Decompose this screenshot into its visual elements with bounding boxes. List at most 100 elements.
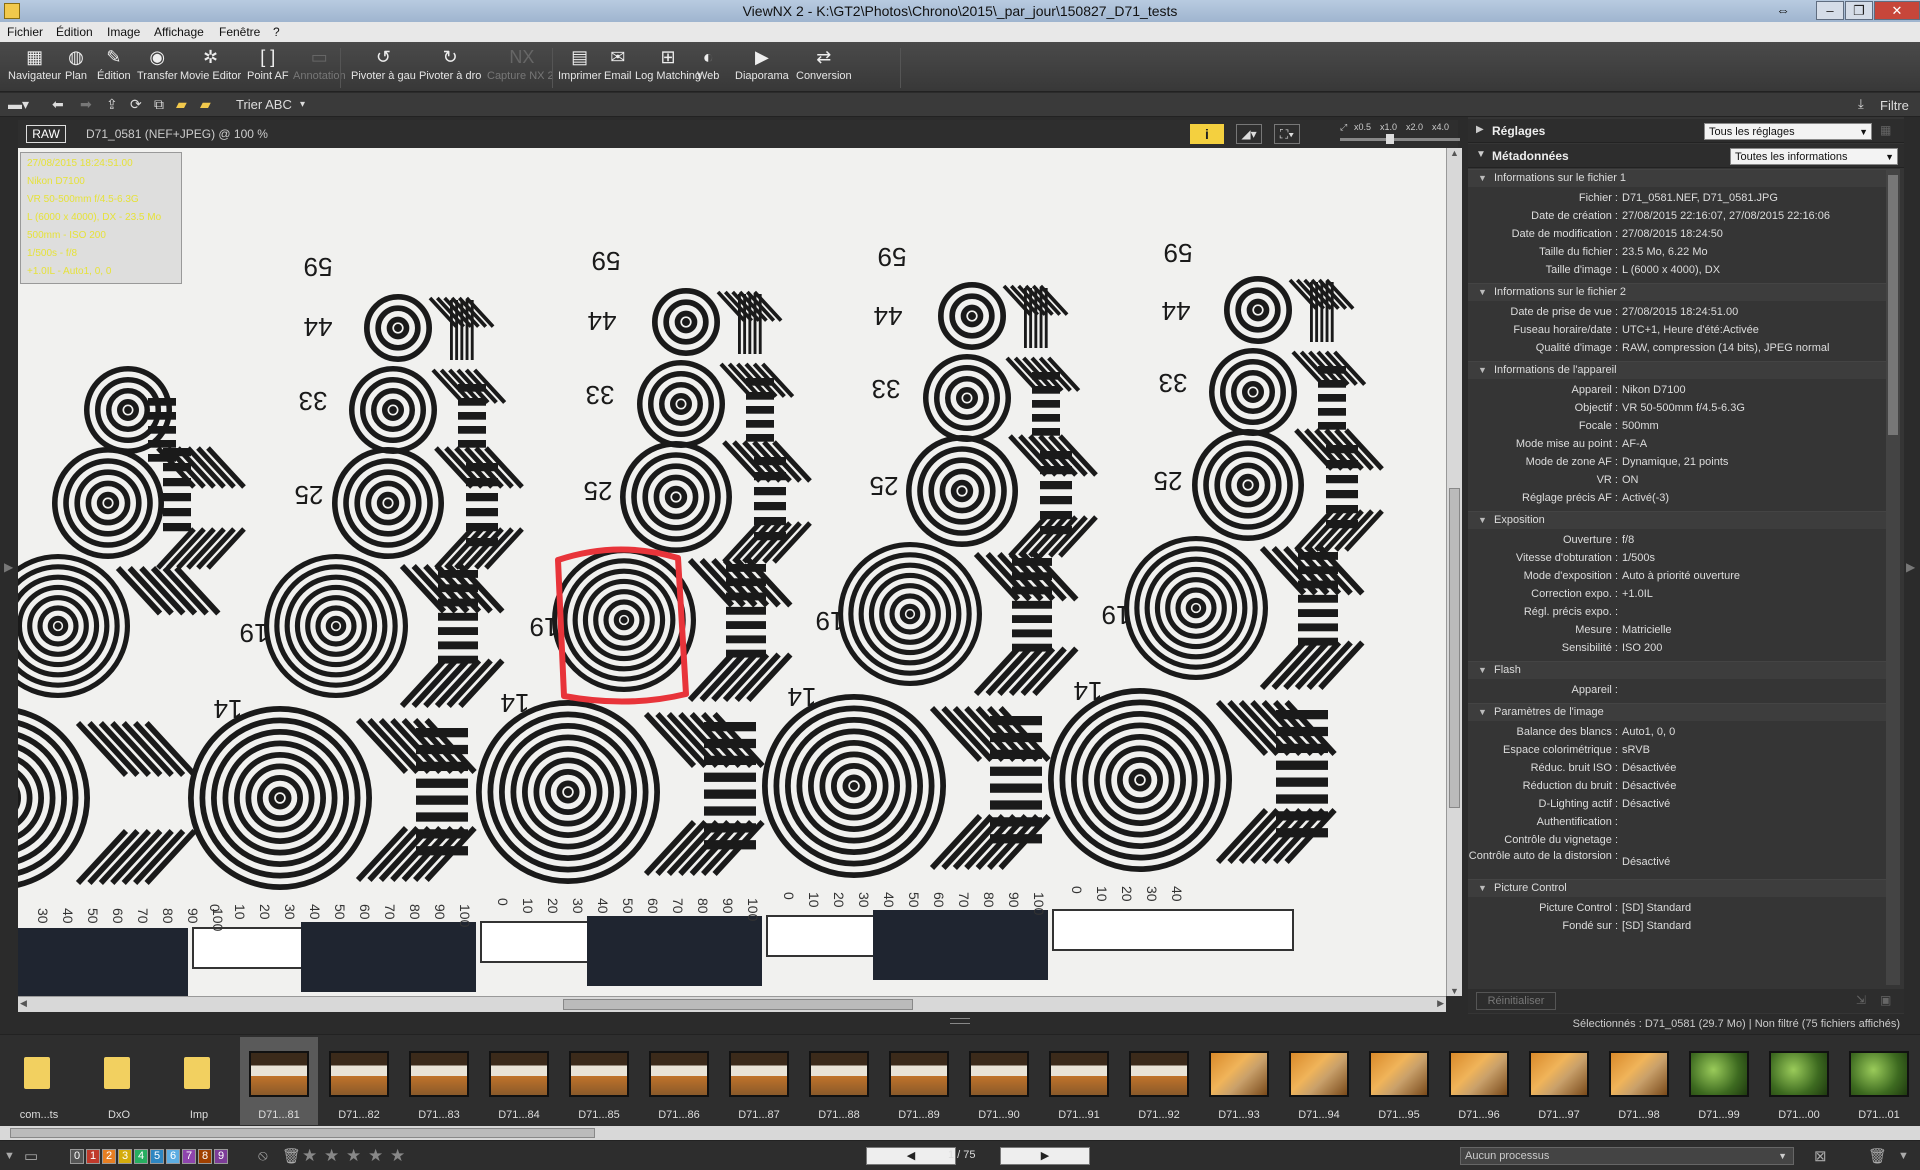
refresh-icon[interactable]: ⟳ — [130, 96, 142, 113]
apply-icon[interactable]: ⇲ — [1856, 993, 1866, 1007]
color-label-1[interactable]: 1 — [86, 1149, 100, 1164]
zoom-slider-track[interactable] — [1340, 138, 1460, 141]
rating-star-icon[interactable]: ★ — [346, 1146, 361, 1166]
expand-arrow-icon[interactable]: ▼ — [1476, 149, 1486, 160]
histogram-icon[interactable]: ◢▾ — [1236, 124, 1262, 144]
filmstrip-item[interactable]: D71...00 — [1760, 1037, 1838, 1125]
toolbar-annotation-button[interactable]: ▭ Annotation — [293, 46, 346, 90]
viewer-hscroll-thumb[interactable] — [563, 999, 913, 1010]
menu-help[interactable]: ? — [273, 25, 280, 39]
filmstrip-item[interactable]: D71...98 — [1600, 1037, 1678, 1125]
filmstrip-item[interactable]: D71...92 — [1120, 1037, 1198, 1125]
toolbar-email-button[interactable]: ✉ Email — [604, 46, 632, 90]
metadonnees-select[interactable]: Toutes les informations ▼ — [1730, 148, 1898, 165]
lock-folder-icon[interactable]: ▰ — [200, 96, 211, 113]
metadata-section-header[interactable]: ▼ Exposition — [1468, 511, 1886, 529]
previous-image-button[interactable]: ◀ — [866, 1147, 956, 1165]
filmstrip-item[interactable]: D71...81 — [240, 1037, 318, 1125]
layout-icon[interactable]: ▬▾ — [8, 96, 29, 113]
toolbar-navigator-button[interactable]: ▦ Navigateur — [8, 46, 61, 90]
filmstrip-item[interactable]: D71...82 — [320, 1037, 398, 1125]
scroll-down-icon[interactable]: ▼ — [1450, 986, 1459, 996]
menu-affichage[interactable]: Affichage — [154, 25, 204, 39]
metadata-scrollbar[interactable] — [1886, 169, 1900, 985]
metadata-section-header[interactable]: ▼ Paramètres de l'image — [1468, 703, 1886, 721]
filmstrip-item[interactable]: D71...90 — [960, 1037, 1038, 1125]
menu-image[interactable]: Image — [107, 25, 140, 39]
color-label-5[interactable]: 5 — [150, 1149, 164, 1164]
fit-icon[interactable]: ⛶▾ — [1274, 124, 1300, 144]
color-label-9[interactable]: 9 — [214, 1149, 228, 1164]
rating-star-icon[interactable]: ★ — [390, 1146, 405, 1166]
viewer-vertical-scrollbar[interactable]: ▲ ▼ — [1446, 148, 1462, 996]
toolbar-af-point-button[interactable]: [ ] Point AF — [247, 46, 289, 90]
toolbar-edit-button[interactable]: ✎ Édition — [97, 46, 131, 90]
color-label-8[interactable]: 8 — [198, 1149, 212, 1164]
filmstrip-item[interactable]: D71...85 — [560, 1037, 638, 1125]
filmstrip-item[interactable]: D71...88 — [800, 1037, 878, 1125]
toolbar-web-button[interactable]: ◐ Web — [697, 46, 719, 90]
filmstrip-item[interactable]: D71...93 — [1200, 1037, 1278, 1125]
filmstrip-item[interactable]: D71...89 — [880, 1037, 958, 1125]
filmstrip-item[interactable]: com...ts — [0, 1037, 78, 1125]
folder-icon[interactable]: ▰ — [176, 96, 187, 113]
rating-star-icon[interactable]: ★ — [368, 1146, 383, 1166]
left-panel-arrow-icon[interactable]: ▶ — [4, 560, 13, 574]
toolbar-movie-button[interactable]: ✲ Movie Editor — [180, 46, 241, 90]
filmstrip-item[interactable]: D71...96 — [1440, 1037, 1518, 1125]
toolbar-map-button[interactable]: ◍ Plan — [65, 46, 87, 90]
resize-arrows-icon[interactable]: ⇔ — [1776, 2, 1790, 18]
color-label-2[interactable]: 2 — [102, 1149, 116, 1164]
image-viewer[interactable]: 44 44 44 44 33 33 33 33 25 25 25 25 19 19 19 19 14 14 14 14… — [18, 148, 1446, 996]
color-label-3[interactable]: 3 — [118, 1149, 132, 1164]
sort-button[interactable]: Trier ABC — [236, 97, 292, 112]
metadata-section-header[interactable]: ▼ Picture Control — [1468, 879, 1886, 897]
metadata-section-header[interactable]: ▼ Informations sur le fichier 1 — [1468, 169, 1886, 187]
filmstrip-item[interactable]: D71...91 — [1040, 1037, 1118, 1125]
save-icon[interactable]: ▣ — [1880, 993, 1891, 1007]
filmstrip-item[interactable]: D71...87 — [720, 1037, 798, 1125]
menu-fenetre[interactable]: Fenêtre — [219, 25, 260, 39]
folder-up-icon[interactable]: ⇪ — [106, 96, 118, 113]
color-label-4[interactable]: 4 — [134, 1149, 148, 1164]
menu-edition[interactable]: Édition — [56, 25, 93, 39]
toolbar-rotate-left-button[interactable]: ↺ Pivoter à gau — [351, 46, 416, 90]
collapse-arrow-icon[interactable]: ▶ — [1476, 124, 1484, 135]
reglages-header[interactable]: ▶ Réglages Tous les réglages ▼ ▦ — [1468, 119, 1904, 143]
metadonnees-header[interactable]: ▼ Métadonnées Toutes les informations ▼ — [1468, 144, 1904, 168]
right-panel-arrow-icon[interactable]: ▶ — [1906, 560, 1915, 574]
zoom-label-10[interactable]: x1.0 — [1380, 122, 1397, 132]
expand-icon[interactable]: ▼ — [1898, 1150, 1909, 1162]
reset-button[interactable]: Réinitialiser — [1476, 992, 1556, 1010]
filmstrip-item[interactable]: D71...83 — [400, 1037, 478, 1125]
no-rating-icon[interactable]: ⦸ — [258, 1147, 268, 1164]
toolbar-camera-button[interactable]: ◉ Transfer — [137, 46, 178, 90]
restore-button[interactable]: ❐ — [1845, 1, 1873, 20]
viewer-horizontal-scrollbar[interactable]: ◀ ▶ — [18, 996, 1446, 1012]
zoom-label-20[interactable]: x2.0 — [1406, 122, 1423, 132]
zoom-label-05[interactable]: x0.5 — [1354, 122, 1371, 132]
forward-arrow-icon[interactable]: ➡ — [80, 96, 92, 113]
filmstrip-splitter[interactable] — [950, 1018, 970, 1024]
filmstrip-item[interactable]: D71...94 — [1280, 1037, 1358, 1125]
toolbar-capture-nx-button[interactable]: NX Capture NX 2 — [487, 46, 554, 90]
color-label-6[interactable]: 6 — [166, 1149, 180, 1164]
filmstrip-item[interactable]: Imp — [160, 1037, 238, 1125]
filmstrip-item[interactable]: D71...95 — [1360, 1037, 1438, 1125]
filmstrip-item[interactable]: D71...84 — [480, 1037, 558, 1125]
toolbar-rotate-right-button[interactable]: ↻ Pivoter à dro — [419, 46, 481, 90]
toolbar-print-button[interactable]: ▤ Imprimer — [558, 46, 601, 90]
color-label-7[interactable]: 7 — [182, 1149, 196, 1164]
filmstrip-item[interactable]: D71...97 — [1520, 1037, 1598, 1125]
toolbar-log-matching-button[interactable]: ⊞ Log Matching — [635, 46, 701, 90]
filmstrip-view-icon[interactable]: ▭ — [24, 1147, 38, 1165]
filter-button[interactable]: Filtre — [1880, 98, 1909, 113]
collapse-filmstrip-icon[interactable]: ▼ — [4, 1150, 15, 1162]
filmstrip-item[interactable]: DxO — [80, 1037, 158, 1125]
process-select[interactable]: Aucun processus ▼ — [1460, 1147, 1794, 1165]
minimize-button[interactable]: – — [1816, 1, 1844, 20]
reglages-select[interactable]: Tous les réglages ▼ — [1704, 123, 1872, 140]
metadata-scroll-thumb[interactable] — [1888, 175, 1898, 435]
toolbar-slideshow-button[interactable]: ▶ Diaporama — [735, 46, 789, 90]
scroll-left-icon[interactable]: ◀ — [20, 998, 27, 1009]
